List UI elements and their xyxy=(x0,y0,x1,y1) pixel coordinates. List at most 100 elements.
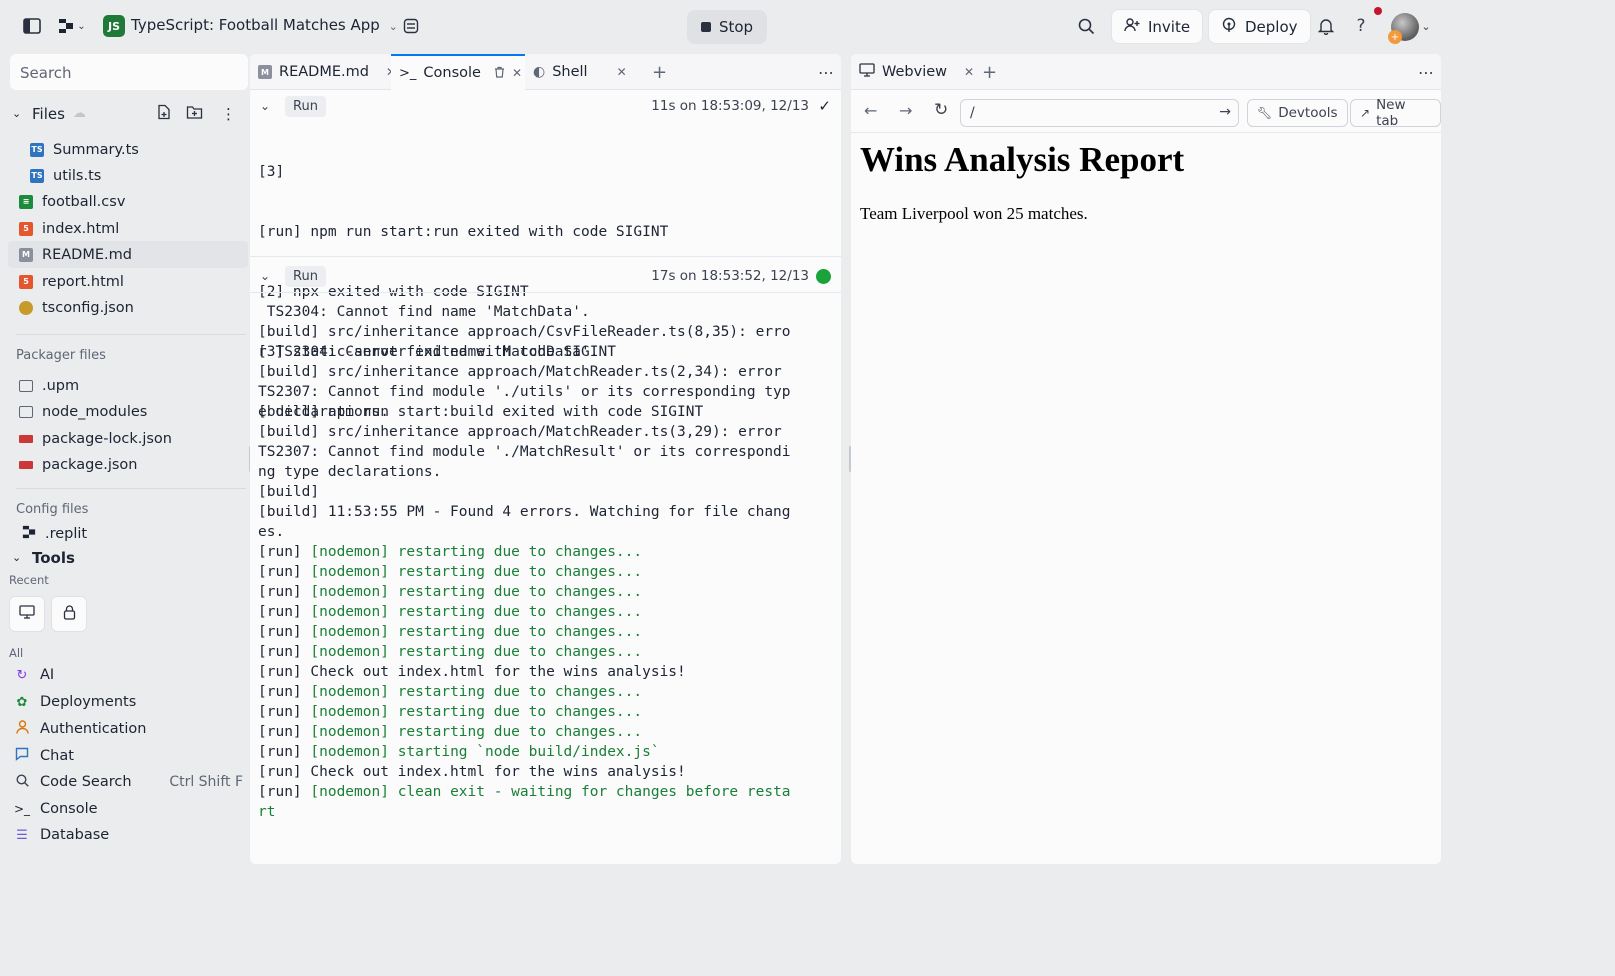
files-section-header[interactable]: ⌄ Files ☁ ⋮ xyxy=(8,100,248,127)
terminal-line: TS2307: Cannot find module './utils' or … xyxy=(258,382,818,402)
chevron-down-icon[interactable]: ⌄ xyxy=(1419,14,1433,38)
chevron-down-icon: ⌄ xyxy=(12,107,22,120)
tool-item-authentication[interactable]: Authentication xyxy=(8,716,248,742)
tool-label: Deployments xyxy=(40,694,137,710)
terminal-line: e declarations. xyxy=(258,402,818,422)
forward-arrow-icon[interactable]: → xyxy=(899,101,912,120)
tools-label: Tools xyxy=(32,548,75,567)
tab-label: Console xyxy=(423,65,481,81)
file-item[interactable]: node_modules xyxy=(8,398,248,425)
terminal-text: [run] xyxy=(258,564,311,580)
terminal-text: TS2307: Cannot find module './MatchResul… xyxy=(258,444,791,460)
chevron-down-icon: ⌄ xyxy=(77,20,86,32)
add-tab-icon[interactable]: + xyxy=(644,54,667,90)
terminal-line: [run] [nodemon] clean exit - waiting for… xyxy=(258,782,818,802)
chevron-down-icon[interactable]: ⌄ xyxy=(260,269,270,283)
reload-icon[interactable]: ↻ xyxy=(934,100,948,120)
terminal-nodemon-text: [nodemon] restarting due to changes... xyxy=(310,704,643,720)
more-options-icon[interactable]: ⋮ xyxy=(221,105,236,123)
url-input[interactable]: / → xyxy=(960,99,1239,127)
report-paragraph: Team Liverpool won 25 matches. xyxy=(860,204,1088,223)
replit-icon xyxy=(22,525,36,543)
config-files-label: Config files xyxy=(16,502,89,517)
report-heading: Wins Analysis Report xyxy=(860,140,1185,179)
terminal-nodemon-text: [nodemon] restarting due to changes... xyxy=(310,564,643,580)
new-tab-button[interactable]: ↗ New tab xyxy=(1350,97,1441,129)
tool-item-console[interactable]: >_ Console xyxy=(8,796,248,822)
go-arrow-icon[interactable]: → xyxy=(1219,104,1231,120)
tool-item-deployments[interactable]: ✿ Deployments xyxy=(8,689,248,715)
secrets-tool-button[interactable] xyxy=(51,596,87,632)
database-shortcut-icon[interactable] xyxy=(399,14,423,38)
markdown-file-icon: M xyxy=(258,65,272,79)
csv-file-icon: ≡ xyxy=(19,194,33,209)
terminal-text: [run] xyxy=(258,684,311,700)
close-icon[interactable]: ✕ xyxy=(617,65,627,79)
tab-shell[interactable]: ◐ Shell ✕ xyxy=(525,54,635,90)
terminal-nodemon-text: [nodemon] restarting due to changes... xyxy=(310,624,643,640)
chevron-down-icon[interactable]: ⌄ xyxy=(260,99,270,113)
invite-button[interactable]: Invite xyxy=(1111,9,1204,44)
terminal-line: [build] xyxy=(258,482,818,502)
terminal-line: [run] [nodemon] restarting due to change… xyxy=(258,602,818,622)
tool-item-code-search[interactable]: Code Search Ctrl Shift F xyxy=(8,769,248,795)
add-tab-icon[interactable]: + xyxy=(974,54,997,90)
tool-item-chat[interactable]: Chat xyxy=(8,743,248,769)
file-item[interactable]: .upm xyxy=(8,372,248,399)
devtools-button[interactable]: 🔧︎ Devtools xyxy=(1247,99,1348,127)
new-file-icon[interactable] xyxy=(156,104,172,124)
tool-label: Database xyxy=(40,827,110,843)
file-item[interactable]: M README.md xyxy=(8,241,248,268)
search-input[interactable]: Search xyxy=(10,54,248,90)
ts-file-icon: TS xyxy=(30,168,44,183)
running-status-icon xyxy=(816,268,831,284)
bell-icon[interactable] xyxy=(1314,14,1338,38)
terminal-nodemon-text: [nodemon] restarting due to changes... xyxy=(310,684,643,700)
tab-readme[interactable]: M README.md ✕ xyxy=(250,54,396,90)
sidebar-toggle-icon[interactable] xyxy=(20,14,44,38)
more-options-icon[interactable]: ⋯ xyxy=(810,54,834,90)
project-title[interactable]: TypeScript: Football Matches App ⌄ xyxy=(131,16,398,34)
file-item[interactable]: TS utils.ts xyxy=(8,162,248,189)
stop-button[interactable]: Stop xyxy=(687,10,767,44)
close-icon[interactable]: ✕ xyxy=(512,66,522,80)
project-title-text: TypeScript: Football Matches App xyxy=(131,16,380,34)
run-header[interactable]: ⌄ Run 17s on 18:53:52, 12/13 xyxy=(250,260,841,292)
deploy-button[interactable]: Deploy xyxy=(1208,9,1311,44)
trash-icon[interactable] xyxy=(494,66,505,81)
help-icon[interactable]: ? xyxy=(1349,14,1373,38)
file-item[interactable]: .replit xyxy=(8,520,248,547)
tab-webview[interactable]: Webview ✕ xyxy=(851,54,974,90)
webview-tool-button[interactable] xyxy=(9,596,45,632)
divider xyxy=(851,132,1441,133)
file-item[interactable]: TS Summary.ts xyxy=(8,136,248,163)
terminal-line: [run] npm run start:run exited with code… xyxy=(258,224,669,240)
tools-section-header[interactable]: ⌄ Tools xyxy=(8,544,248,571)
replit-menu-icon[interactable]: ⌄ xyxy=(54,14,90,38)
tool-item-ai[interactable]: ↻ AI xyxy=(8,662,248,688)
webview-tabbar: Webview ✕ + ⋯ xyxy=(851,54,1441,90)
back-arrow-icon[interactable]: ← xyxy=(864,101,877,120)
terminal-nodemon-text: [nodemon] restarting due to changes... xyxy=(310,644,643,660)
new-folder-icon[interactable] xyxy=(186,104,203,124)
close-icon[interactable]: ✕ xyxy=(964,65,974,79)
markdown-file-icon: M xyxy=(19,247,33,262)
run-header[interactable]: ⌄ Run 11s on 18:53:09, 12/13 ✓ xyxy=(250,90,841,122)
terminal-text: TS2304: Cannot find name 'MatchData'. xyxy=(258,304,590,320)
tool-item-database[interactable]: ☰ Database xyxy=(8,822,248,848)
terminal-line: r TS2304: Cannot find name 'MatchData'. xyxy=(258,342,818,362)
file-item[interactable]: 5 index.html xyxy=(8,215,248,242)
file-item[interactable]: package-lock.json xyxy=(8,425,248,452)
terminal-line: [run] Check out index.html for the wins … xyxy=(258,762,818,782)
file-item[interactable]: ≡ football.csv xyxy=(8,188,248,215)
more-options-icon[interactable]: ⋯ xyxy=(1410,54,1434,90)
search-icon[interactable] xyxy=(1074,14,1098,38)
terminal-text: [build] src/inheritance approach/CsvFile… xyxy=(258,324,791,340)
html-file-icon: 5 xyxy=(19,274,33,289)
file-item[interactable]: package.json xyxy=(8,451,248,478)
file-item[interactable]: 5 report.html xyxy=(8,268,248,295)
folder-icon xyxy=(19,379,33,392)
tab-console[interactable]: >_ Console ✕ xyxy=(391,54,525,90)
terminal-text: [run] Check out index.html for the wins … xyxy=(258,764,686,780)
file-item[interactable]: tsconfig.json xyxy=(8,294,248,321)
